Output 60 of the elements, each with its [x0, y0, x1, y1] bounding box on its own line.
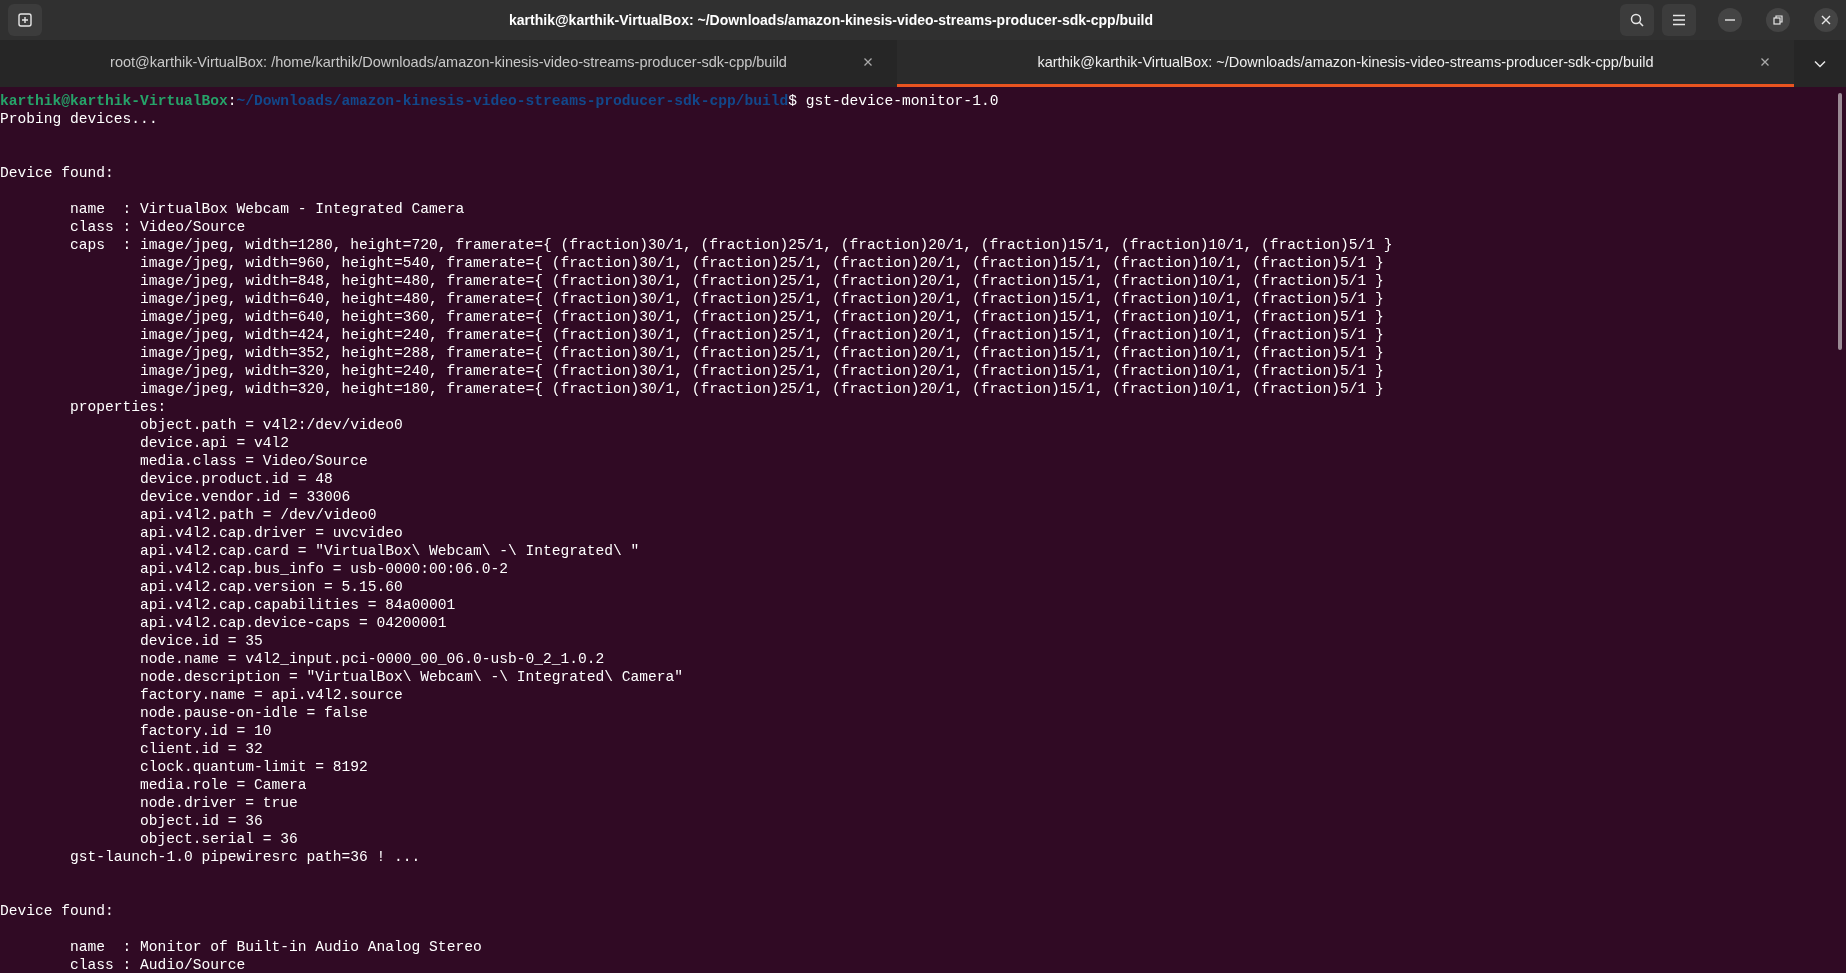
terminal-line: factory.id = 10 [140, 722, 272, 740]
terminal-line: gst-launch-1.0 pipewiresrc path=36 ! ... [70, 848, 421, 866]
terminal-line: image/jpeg, width=848, height=480, framerate={ (fraction)30/1, (fraction)25/1, (fraction)20/1, (fraction)15/1, (fraction)10/1, (fraction)5/1 } [140, 272, 1384, 290]
terminal-line: image/jpeg, width=640, height=480, framerate={ (fraction)30/1, (fraction)25/1, (fraction)20/1, (fraction)15/1, (fraction)10/1, (fraction)5/1 } [140, 290, 1384, 308]
terminal-line: media.role = Camera [140, 776, 307, 794]
terminal-line: client.id = 32 [140, 740, 263, 758]
terminal-line: properties: [70, 398, 167, 416]
restore-icon [1773, 15, 1783, 25]
terminal-line: clock.quantum-limit = 8192 [140, 758, 368, 776]
terminal-line: node.name = v4l2_input.pci-0000_00_06.0-usb-0_2_1.0.2 [140, 650, 605, 668]
new-tab-button[interactable] [8, 4, 42, 36]
terminal-line: node.pause-on-idle = false [140, 704, 368, 722]
close-icon [1821, 15, 1831, 25]
terminal-line: image/jpeg, width=960, height=540, framerate={ (fraction)30/1, (fraction)25/1, (fraction)20/1, (fraction)15/1, (fraction)10/1, (fraction)5/1 } [140, 254, 1384, 272]
terminal-line: Probing devices... [0, 110, 158, 128]
terminal-line: device.id = 35 [140, 632, 263, 650]
terminal-line: api.v4l2.cap.capabilities = 84a00001 [140, 596, 456, 614]
terminal-line: image/jpeg, width=640, height=360, framerate={ (fraction)30/1, (fraction)25/1, (fraction)20/1, (fraction)15/1, (fraction)10/1, (fraction)5/1 } [140, 308, 1384, 326]
terminal-line: image/jpeg, width=320, height=240, framerate={ (fraction)30/1, (fraction)25/1, (fraction)20/1, (fraction)15/1, (fraction)10/1, (fraction)5/1 } [140, 362, 1384, 380]
terminal-line: class : Audio/Source [70, 956, 246, 973]
menu-icon [1672, 14, 1686, 26]
terminal-line: device.product.id = 48 [140, 470, 333, 488]
terminal-line: caps : image/jpeg, width=1280, height=720, framerate={ (fraction)30/1, (fraction)25/1, (fraction)20/1, (fraction)15/1, (fraction)10/1, (fraction)5/1 } [70, 236, 1393, 254]
terminal-line: api.v4l2.path = /dev/video0 [140, 506, 377, 524]
chevron-down-icon [1814, 59, 1826, 68]
terminal-line: media.class = Video/Source [140, 452, 368, 470]
terminal-line: object.path = v4l2:/dev/video0 [140, 416, 403, 434]
terminal-line: object.id = 36 [140, 812, 263, 830]
tab[interactable]: karthik@karthik-VirtualBox: ~/Downloads/amazon-kinesis-video-streams-producer-sdk-cpp/build [897, 40, 1794, 87]
terminal-line: api.v4l2.cap.bus_info = usb-0000:00:06.0-2 [140, 560, 508, 578]
new-tab-icon [17, 12, 33, 28]
minimize-icon [1725, 19, 1735, 21]
scrollbar[interactable] [1838, 93, 1842, 350]
terminal-line: object.serial = 36 [140, 830, 298, 848]
search-icon [1629, 12, 1645, 28]
search-button[interactable] [1620, 4, 1654, 36]
terminal-line: image/jpeg, width=352, height=288, framerate={ (fraction)30/1, (fraction)25/1, (fraction)20/1, (fraction)15/1, (fraction)10/1, (fraction)5/1 } [140, 344, 1384, 362]
prompt-line: karthik@karthik-VirtualBox:~/Downloads/amazon-kinesis-video-streams-producer-sdk-cpp/build$ gst-device-monitor-1.0 [0, 92, 999, 110]
minimize-button[interactable] [1718, 8, 1742, 32]
terminal-line: image/jpeg, width=320, height=180, framerate={ (fraction)30/1, (fraction)25/1, (fraction)20/1, (fraction)15/1, (fraction)10/1, (fraction)5/1 } [140, 380, 1384, 398]
restore-button[interactable] [1766, 8, 1790, 32]
terminal-line: image/jpeg, width=424, height=240, framerate={ (fraction)30/1, (fraction)25/1, (fraction)20/1, (fraction)15/1, (fraction)10/1, (fraction)5/1 } [140, 326, 1384, 344]
terminal-line: factory.name = api.v4l2.source [140, 686, 403, 704]
terminal-line: name : Monitor of Built-in Audio Analog Stereo [70, 938, 482, 956]
terminal-line: Device found: [0, 164, 114, 182]
terminal-line: class : Video/Source [70, 218, 246, 236]
close-button[interactable] [1814, 8, 1838, 32]
terminal-line: api.v4l2.cap.device-caps = 04200001 [140, 614, 447, 632]
terminal-line: node.driver = true [140, 794, 298, 812]
terminal-line: api.v4l2.cap.version = 5.15.60 [140, 578, 403, 596]
terminal-line: name : VirtualBox Webcam - Integrated Camera [70, 200, 465, 218]
terminal-line: Device found: [0, 902, 114, 920]
terminal-line: device.vendor.id = 33006 [140, 488, 351, 506]
window-title: karthik@karthik-VirtualBox: ~/Downloads/amazon-kinesis-video-streams-producer-sdk-cpp/build [508, 12, 1154, 28]
menu-button[interactable] [1662, 4, 1696, 36]
terminal-line: device.api = v4l2 [140, 434, 289, 452]
tab[interactable]: root@karthik-VirtualBox: /home/karthik/Downloads/amazon-kinesis-video-streams-producer-sdk-cpp/build [0, 40, 897, 87]
terminal-line: node.description = "VirtualBox\ Webcam\ -\ Integrated\ Camera" [140, 668, 684, 686]
terminal-line: api.v4l2.cap.card = "VirtualBox\ Webcam\ -\ Integrated\ " [140, 542, 640, 560]
terminal-line: api.v4l2.cap.driver = uvcvideo [140, 524, 403, 542]
